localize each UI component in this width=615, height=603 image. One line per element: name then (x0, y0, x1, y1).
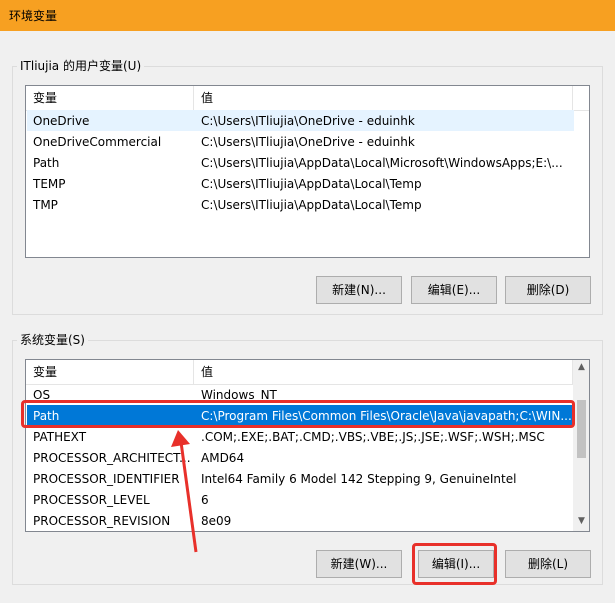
user-vars-header: 变量 值 (26, 86, 589, 111)
var-name: OneDrive (33, 113, 90, 128)
window-title: 环境变量 (9, 9, 58, 23)
window-titlebar[interactable]: 环境变量 (0, 0, 615, 31)
var-value: 6 (201, 492, 209, 507)
list-item[interactable]: OneDriveCommercial C:\Users\ITliujia\One… (27, 131, 574, 152)
list-item[interactable]: PROCESSOR_REVISION 8e09 (27, 510, 574, 531)
chevron-up-icon[interactable]: ▲ (573, 362, 589, 372)
var-value: 8e09 (201, 513, 232, 528)
var-value: AMD64 (201, 450, 245, 465)
column-header-variable[interactable]: 变量 (26, 86, 194, 110)
var-name: TMP (33, 197, 58, 212)
var-name: PROCESSOR_ARCHITECT... (33, 450, 191, 465)
scrollbar-thumb[interactable] (577, 400, 586, 458)
list-item-selected[interactable]: Path C:\Program Files\Common Files\Oracl… (27, 405, 574, 426)
var-value: C:\Program Files\Common Files\Oracle\Jav… (201, 408, 572, 423)
var-value: C:\Users\ITliujia\AppData\Local\Microsof… (201, 155, 563, 170)
list-item[interactable]: OneDrive C:\Users\ITliujia\OneDrive - ed… (27, 110, 574, 131)
user-vars-list[interactable]: 变量 值 OneDrive C:\Users\ITliujia\OneDrive… (25, 85, 590, 258)
var-name: OS (33, 387, 51, 402)
var-name: OneDriveCommercial (33, 134, 162, 149)
system-delete-button[interactable]: 删除(L) (505, 550, 591, 578)
user-edit-button[interactable]: 编辑(E)... (411, 276, 497, 304)
list-item[interactable]: PATHEXT .COM;.EXE;.BAT;.CMD;.VBS;.VBE;.J… (27, 426, 574, 447)
list-item[interactable]: TMP C:\Users\ITliujia\AppData\Local\Temp (27, 194, 574, 215)
var-name: PROCESSOR_LEVEL (33, 492, 150, 507)
list-item[interactable]: OS Windows_NT (27, 384, 574, 405)
var-name: Path (33, 155, 60, 170)
column-header-value[interactable]: 值 (194, 86, 573, 110)
system-vars-group-label: 系统变量(S) (17, 333, 88, 347)
var-value: .COM;.EXE;.BAT;.CMD;.VBS;.VBE;.JS;.JSE;.… (201, 429, 545, 444)
var-name: Path (33, 408, 60, 423)
chevron-down-icon[interactable]: ▼ (573, 516, 589, 526)
system-vars-list[interactable]: 变量 值 OS Windows_NT Path C:\Program Files… (25, 359, 590, 532)
var-value: C:\Users\ITliujia\AppData\Local\Temp (201, 197, 422, 212)
var-value: Intel64 Family 6 Model 142 Stepping 9, G… (201, 471, 517, 486)
column-header-value[interactable]: 值 (194, 360, 573, 384)
var-value: C:\Users\ITliujia\OneDrive - eduinhk (201, 113, 415, 128)
var-name: PROCESSOR_IDENTIFIER (33, 471, 180, 486)
list-item[interactable]: Path C:\Users\ITliujia\AppData\Local\Mic… (27, 152, 574, 173)
list-item[interactable]: TEMP C:\Users\ITliujia\AppData\Local\Tem… (27, 173, 574, 194)
list-item[interactable]: PROCESSOR_ARCHITECT... AMD64 (27, 447, 574, 468)
user-vars-group-label: ITliujia 的用户变量(U) (17, 59, 145, 73)
var-name: PATHEXT (33, 429, 87, 444)
user-new-button[interactable]: 新建(N)... (316, 276, 402, 304)
system-vars-scrollbar[interactable]: ▲ ▼ (573, 360, 589, 531)
user-delete-button[interactable]: 删除(D) (505, 276, 591, 304)
var-value: Windows_NT (201, 387, 277, 402)
system-new-button[interactable]: 新建(W)... (316, 550, 402, 578)
var-name: PROCESSOR_REVISION (33, 513, 171, 528)
system-edit-button[interactable]: 编辑(I)... (418, 550, 494, 578)
system-vars-header: 变量 值 (26, 360, 589, 385)
var-value: C:\Users\ITliujia\AppData\Local\Temp (201, 176, 422, 191)
var-name: TEMP (33, 176, 66, 191)
list-item[interactable]: PROCESSOR_IDENTIFIER Intel64 Family 6 Mo… (27, 468, 574, 489)
var-value: C:\Users\ITliujia\OneDrive - eduinhk (201, 134, 415, 149)
column-header-variable[interactable]: 变量 (26, 360, 194, 384)
list-item[interactable]: PROCESSOR_LEVEL 6 (27, 489, 574, 510)
